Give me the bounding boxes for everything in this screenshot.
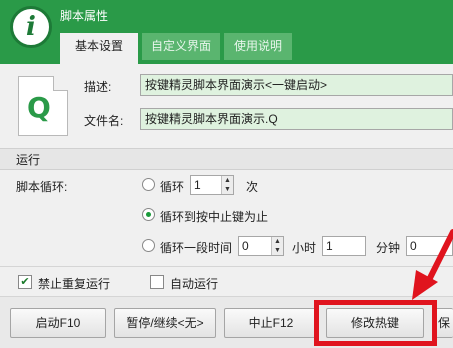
loop-count-unit: 次 xyxy=(246,180,259,194)
tab-basic-settings[interactable]: 基本设置 xyxy=(60,33,138,64)
pause-resume-button[interactable]: 暂停/继续<无> xyxy=(114,308,216,338)
radio-loop-duration-label: 循环一段时间 xyxy=(160,241,233,255)
run-section-header: 运行 xyxy=(0,148,453,170)
loop-count-stepper[interactable]: 1 ▲ ▼ xyxy=(190,175,234,195)
no-repeat-run-label: 禁止重复运行 xyxy=(38,277,111,291)
no-repeat-run-checkbox[interactable]: ✔ xyxy=(18,275,32,289)
duration-minutes-value: 1 xyxy=(326,239,333,253)
logo-glyph: i xyxy=(26,12,36,42)
start-button[interactable]: 启动F10 xyxy=(10,308,106,338)
tab-usage-instructions[interactable]: 使用说明 xyxy=(224,33,292,60)
q-script-file-icon: Q xyxy=(18,76,68,136)
radio-loop-count[interactable] xyxy=(142,178,155,191)
description-label: 描述: xyxy=(84,80,112,94)
duration-hours-unit: 小时 xyxy=(292,241,317,255)
radio-loop-duration[interactable] xyxy=(142,239,155,252)
up-down-arrows-icon[interactable]: ▲ ▼ xyxy=(271,237,283,255)
duration-hours-stepper[interactable]: 0 ▲ ▼ xyxy=(238,236,284,256)
stop-button[interactable]: 中止F12 xyxy=(224,308,318,338)
auto-run-label: 自动运行 xyxy=(170,277,219,291)
duration-minutes-unit: 分钟 xyxy=(376,241,401,255)
duration-minutes-stepper[interactable]: 1 xyxy=(322,236,366,256)
filename-label: 文件名: xyxy=(84,114,124,128)
radio-loop-until-stop[interactable] xyxy=(142,208,155,221)
hotkey-highlight-box xyxy=(314,300,437,346)
radio-loop-count-label: 循环 xyxy=(160,180,185,194)
file-icon-glyph: Q xyxy=(27,91,51,124)
basic-settings-panel: Q 描述: 按键精灵脚本界面演示<一键启动> 文件名: 按键精灵脚本界面演示.Q… xyxy=(0,64,453,274)
auto-run-checkbox[interactable] xyxy=(150,275,164,289)
app-info-icon: i xyxy=(10,6,52,48)
run-options-bar: ✔ 禁止重复运行 自动运行 xyxy=(0,266,453,296)
window-title: 脚本属性 xyxy=(60,9,109,23)
description-field[interactable]: 按键精灵脚本界面演示<一键启动> xyxy=(140,74,453,96)
duration-seconds-stepper[interactable]: 0 xyxy=(406,236,453,256)
radio-loop-until-stop-label: 循环到按中止键为止 xyxy=(160,210,269,224)
tab-custom-interface[interactable]: 自定义界面 xyxy=(142,33,220,60)
title-header: i 脚本属性 基本设置 自定义界面 使用说明 xyxy=(0,0,453,64)
duration-seconds-value: 0 xyxy=(410,239,417,253)
duration-hours-value: 0 xyxy=(242,239,249,253)
loop-count-value: 1 xyxy=(194,178,201,192)
filename-field[interactable]: 按键精灵脚本界面演示.Q xyxy=(140,108,453,130)
up-down-arrows-icon[interactable]: ▲ ▼ xyxy=(221,176,233,194)
script-loop-label: 脚本循环: xyxy=(16,180,68,194)
